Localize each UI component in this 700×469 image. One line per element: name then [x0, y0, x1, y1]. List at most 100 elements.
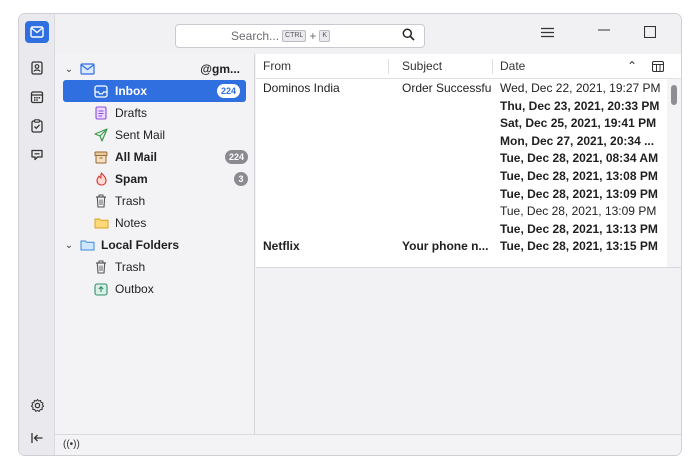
outbox-icon	[93, 281, 109, 297]
message-row[interactable]: Sat, Dec 25, 2021, 19:41 PM	[256, 115, 667, 133]
local-folder-icon	[79, 237, 95, 253]
collapse-spaces-button[interactable]	[25, 427, 49, 449]
mail-space-button[interactable]	[25, 21, 49, 43]
folder-sent[interactable]: Sent Mail	[55, 124, 254, 146]
folder-trash[interactable]: Trash	[55, 190, 254, 212]
folder-all-mail[interactable]: All Mail 224	[55, 146, 254, 168]
unread-count-badge: 224	[216, 84, 240, 98]
calendar-space-button[interactable]	[25, 86, 49, 108]
chevron-up-icon[interactable]: ⌃	[627, 54, 637, 79]
folder-notes[interactable]: Notes	[55, 212, 254, 234]
message-date: Tue, Dec 28, 2021, 13:08 PM	[500, 169, 658, 183]
message-row[interactable]: Tue, Dec 28, 2021, 13:09 PM	[256, 186, 667, 204]
kbd-ctrl: CTRL	[282, 30, 307, 42]
message-date: Mon, Dec 27, 2021, 20:34 ...	[500, 133, 655, 148]
message-preview-pane	[256, 269, 681, 434]
folder-label: Local Folders	[101, 238, 180, 252]
search-placeholder-text: Search...	[231, 29, 280, 43]
message-date: Wed, Dec 22, 2021, 19:27 PM	[500, 81, 661, 95]
account-mail-icon	[79, 61, 95, 77]
folder-spam[interactable]: Spam 3	[55, 168, 254, 190]
minimize-button[interactable]	[589, 22, 619, 46]
message-row[interactable]: Dominos India Order Successful Wed, Dec 22…	[256, 80, 667, 98]
message-date: Tue, Dec 28, 2021, 13:13 PM	[500, 221, 658, 236]
message-from: Dominos India	[263, 81, 340, 95]
message-date: Tue, Dec 28, 2021, 13:09 PM	[500, 186, 658, 201]
address-book-icon	[31, 61, 43, 75]
app-window: Search... CTRL + K ⌄ @gm... Inbox 224 Dr…	[18, 13, 682, 456]
hamburger-icon	[540, 27, 554, 38]
message-date: Tue, Dec 28, 2021, 08:34 AM	[500, 151, 659, 166]
tasks-space-button[interactable]	[25, 115, 49, 137]
connection-icon[interactable]: ((•))	[63, 439, 80, 450]
folder-icon	[93, 215, 109, 231]
message-date: Tue, Dec 28, 2021, 13:15 PM	[500, 239, 658, 254]
folder-label: Notes	[115, 216, 147, 230]
inbox-icon	[93, 83, 109, 99]
calendar-icon	[30, 91, 44, 104]
column-from[interactable]: From	[263, 54, 291, 79]
maximize-button[interactable]	[635, 22, 665, 46]
folder-label: Spam	[115, 172, 148, 186]
folder-label: Drafts	[115, 106, 148, 120]
folder-pane: ⌄ @gm... Inbox 224 Drafts Sent Mail All …	[55, 54, 255, 434]
message-row[interactable]: Tue, Dec 28, 2021, 13:09 PM	[256, 203, 667, 221]
local-folders-row[interactable]: ⌄ Local Folders	[55, 234, 254, 256]
message-date: Tue, Dec 28, 2021, 13:09 PM	[500, 204, 657, 219]
minimize-icon	[598, 29, 610, 31]
message-row[interactable]: Mon, Dec 27, 2021, 20:34 ...	[256, 133, 667, 151]
drafts-icon	[93, 105, 109, 121]
message-subject: Your phone n...	[402, 239, 489, 254]
folder-label: Sent Mail	[115, 128, 166, 142]
mail-icon	[30, 26, 44, 38]
chat-icon	[31, 149, 43, 161]
unread-count-badge: 224	[224, 150, 248, 164]
scrollbar-thumb[interactable]	[671, 85, 677, 105]
folder-label: Trash	[115, 194, 146, 208]
trash-icon	[93, 259, 109, 275]
column-divider[interactable]	[388, 59, 389, 74]
trash-icon	[93, 193, 109, 209]
local-folder-outbox[interactable]: Outbox	[55, 278, 254, 300]
folder-label: All Mail	[115, 150, 158, 164]
search-input[interactable]: Search... CTRL + K	[175, 24, 425, 48]
spaces-toolbar	[19, 14, 55, 455]
unread-count-badge: 3	[234, 172, 248, 186]
column-picker-icon[interactable]	[651, 54, 665, 79]
status-bar: ((•))	[55, 434, 681, 455]
chevron-down-icon[interactable]: ⌄	[63, 64, 75, 75]
kbd-plus: +	[309, 29, 317, 43]
folder-inbox[interactable]: Inbox 224	[63, 80, 246, 102]
message-subject: Order Successful	[402, 81, 491, 95]
message-row[interactable]: Tue, Dec 28, 2021, 08:34 AM	[256, 150, 667, 168]
search-icon[interactable]	[400, 28, 416, 44]
settings-button[interactable]	[25, 394, 49, 416]
message-date: Thu, Dec 23, 2021, 20:33 PM	[500, 98, 660, 113]
column-subject[interactable]: Subject	[402, 54, 442, 79]
message-list-header: From Subject Date ⌃	[256, 54, 681, 79]
kbd-k: K	[319, 30, 330, 42]
address-book-space-button[interactable]	[25, 57, 49, 79]
close-button[interactable]	[680, 22, 681, 46]
sent-icon	[93, 127, 109, 143]
folder-drafts[interactable]: Drafts	[55, 102, 254, 124]
message-list: From Subject Date ⌃ Dominos India Order S…	[256, 54, 681, 268]
chevron-down-icon[interactable]: ⌄	[63, 240, 75, 251]
account-row[interactable]: ⌄ @gm...	[55, 58, 254, 80]
message-row[interactable]: Tue, Dec 28, 2021, 13:13 PM	[256, 221, 667, 239]
gear-icon	[30, 398, 44, 412]
folder-label: Outbox	[115, 282, 154, 296]
app-menu-button[interactable]	[532, 22, 562, 46]
title-bar: Search... CTRL + K	[55, 14, 681, 54]
column-divider[interactable]	[492, 59, 493, 74]
account-name: @gm...	[200, 62, 240, 76]
column-date[interactable]: Date	[500, 54, 525, 79]
message-row[interactable]: Tue, Dec 28, 2021, 13:08 PM	[256, 168, 667, 186]
archive-icon	[93, 149, 109, 165]
local-folder-trash[interactable]: Trash	[55, 256, 254, 278]
chat-space-button[interactable]	[25, 144, 49, 166]
search-placeholder: Search... CTRL + K	[176, 29, 330, 43]
message-row[interactable]: Thu, Dec 23, 2021, 20:33 PM	[256, 98, 667, 116]
scrollbar[interactable]	[667, 79, 681, 267]
message-row[interactable]: Netflix Your phone n... Tue, Dec 28, 2021,…	[256, 238, 667, 256]
